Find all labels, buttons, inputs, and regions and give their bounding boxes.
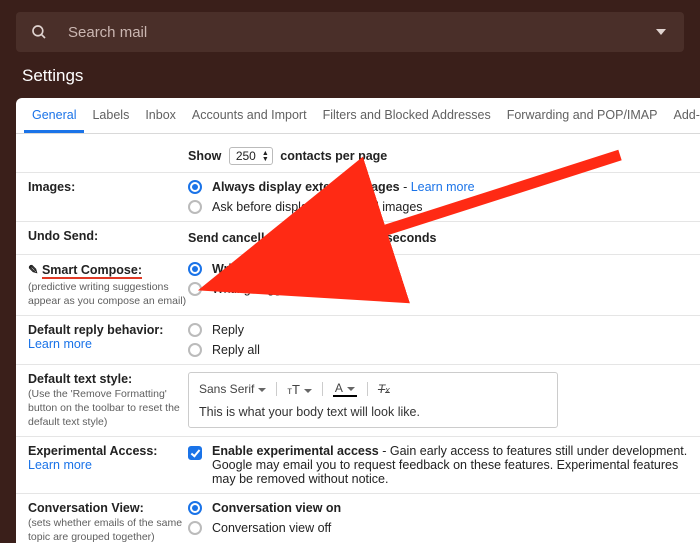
reply-opt-label: Reply bbox=[212, 323, 244, 337]
radio-conv-on[interactable] bbox=[188, 501, 202, 515]
radio-images-ask[interactable] bbox=[188, 200, 202, 214]
radio-reply[interactable] bbox=[188, 323, 202, 337]
smart-compose-sub: (predictive writing suggestions appear a… bbox=[28, 281, 188, 308]
contacts-per-page-select[interactable]: 250 ▲▼ bbox=[229, 147, 273, 165]
row-conversation-view: Conversation View: (sets whether emails … bbox=[16, 494, 700, 543]
tab-inbox[interactable]: Inbox bbox=[137, 98, 184, 133]
reply-label: Default reply behavior: bbox=[28, 323, 163, 337]
conv-on-label: Conversation view on bbox=[212, 501, 341, 515]
conversation-label: Conversation View: bbox=[28, 501, 144, 515]
tab-filters[interactable]: Filters and Blocked Addresses bbox=[315, 98, 499, 133]
search-icon bbox=[30, 23, 48, 41]
caret-down-icon bbox=[347, 387, 355, 391]
undo-text-left: Send cancellation period: bbox=[188, 231, 340, 245]
tab-general[interactable]: General bbox=[24, 98, 84, 133]
search-bar[interactable] bbox=[16, 12, 684, 52]
tab-labels[interactable]: Labels bbox=[84, 98, 137, 133]
settings-tabs: General Labels Inbox Accounts and Import… bbox=[16, 98, 700, 134]
radio-reply-all[interactable] bbox=[188, 343, 202, 357]
row-smart-compose: ✎ Smart Compose: (predictive writing sug… bbox=[16, 255, 700, 316]
conv-off-label: Conversation view off bbox=[212, 521, 331, 535]
smart-off-label: Writing suggestions off bbox=[212, 282, 338, 296]
row-experimental: Experimental Access: Learn more Enable e… bbox=[16, 437, 700, 494]
conversation-sub: (sets whether emails of the same topic a… bbox=[28, 517, 188, 543]
pencil-icon: ✎ bbox=[28, 263, 38, 277]
page-title: Settings bbox=[0, 52, 700, 98]
search-options-caret[interactable] bbox=[656, 29, 666, 35]
row-default-text-style: Default text style: (Use the 'Remove For… bbox=[16, 365, 700, 437]
row-undo-send: Undo Send: Send cancellation period: 5 ▲… bbox=[16, 222, 700, 255]
images-ask-label: Ask before displaying external images bbox=[212, 200, 423, 214]
text-color-select[interactable]: A bbox=[333, 381, 357, 397]
experimental-learn-more[interactable]: Learn more bbox=[28, 458, 92, 472]
stepper-icon: ▲▼ bbox=[367, 233, 374, 244]
radio-images-always[interactable] bbox=[188, 180, 202, 194]
images-label: Images: bbox=[28, 180, 188, 194]
text-style-box: Sans Serif тT A Tx This is what your bod… bbox=[188, 372, 558, 428]
undo-label: Undo Send: bbox=[28, 229, 188, 243]
check-experimental[interactable] bbox=[188, 446, 202, 460]
reply-all-opt-label: Reply all bbox=[212, 343, 260, 357]
search-input[interactable] bbox=[68, 24, 656, 41]
textstyle-label: Default text style: bbox=[28, 372, 132, 386]
tab-addons[interactable]: Add-ons bbox=[665, 98, 700, 133]
show-suffix: contacts per page bbox=[280, 149, 387, 163]
row-default-reply: Default reply behavior: Learn more Reply… bbox=[16, 316, 700, 365]
font-select[interactable]: Sans Serif bbox=[199, 382, 266, 396]
experimental-label: Experimental Access: bbox=[28, 444, 157, 458]
smart-compose-label: Smart Compose: bbox=[42, 263, 142, 279]
experimental-title: Enable experimental access bbox=[212, 444, 379, 458]
settings-panel: General Labels Inbox Accounts and Import… bbox=[16, 98, 700, 543]
reply-learn-more[interactable]: Learn more bbox=[28, 337, 92, 351]
tab-forwarding[interactable]: Forwarding and POP/IMAP bbox=[499, 98, 666, 133]
show-label: Show bbox=[188, 149, 221, 163]
undo-period-select[interactable]: 5 ▲▼ bbox=[348, 229, 379, 247]
images-always-label: Always display external images bbox=[212, 180, 400, 194]
textstyle-sub: (Use the 'Remove Formatting' button on t… bbox=[28, 388, 188, 429]
font-size-select[interactable]: тT bbox=[287, 382, 312, 397]
remove-formatting-button[interactable]: Tx bbox=[378, 382, 390, 396]
row-contacts-per-page: Show 250 ▲▼ contacts per page bbox=[16, 140, 700, 173]
tab-accounts[interactable]: Accounts and Import bbox=[184, 98, 315, 133]
row-images: Images: Always display external images -… bbox=[16, 173, 700, 222]
radio-smart-on[interactable] bbox=[188, 262, 202, 276]
text-style-preview: This is what your body text will look li… bbox=[199, 405, 547, 419]
images-learn-more[interactable]: Learn more bbox=[411, 180, 475, 194]
radio-smart-off[interactable] bbox=[188, 282, 202, 296]
caret-down-icon bbox=[258, 388, 266, 392]
smart-on-label: Writing suggestions on bbox=[212, 262, 351, 276]
undo-text-right: seconds bbox=[386, 231, 437, 245]
caret-down-icon bbox=[304, 389, 312, 393]
radio-conv-off[interactable] bbox=[188, 521, 202, 535]
stepper-icon: ▲▼ bbox=[262, 151, 269, 162]
